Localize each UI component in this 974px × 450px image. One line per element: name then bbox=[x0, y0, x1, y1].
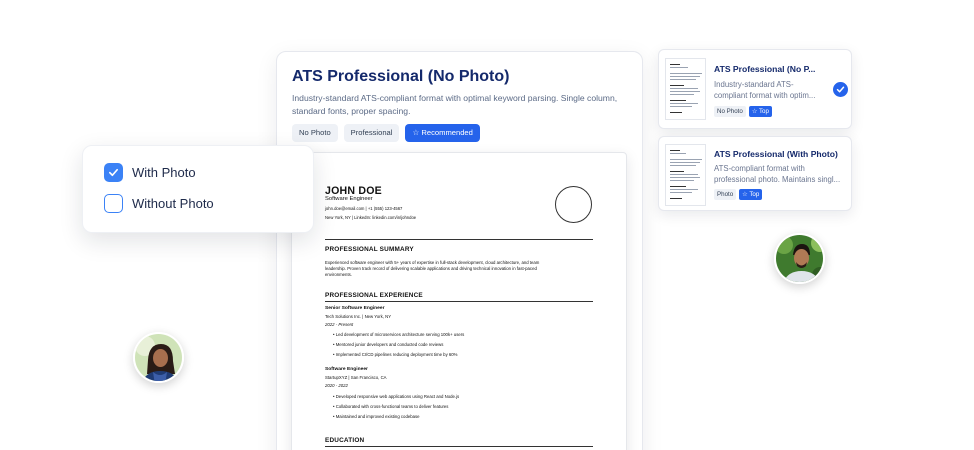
section-divider bbox=[325, 239, 593, 240]
job-bullet: • Collaborated with cross-functional tea… bbox=[333, 404, 449, 409]
selected-check-icon bbox=[833, 82, 848, 97]
avatar-man bbox=[774, 233, 825, 284]
with-photo-option[interactable]: With Photo bbox=[104, 163, 196, 182]
top-badge: ☆ Top bbox=[748, 106, 772, 117]
side-template-desc: Industry-standard ATS- bbox=[714, 80, 794, 89]
resume-photo-placeholder bbox=[555, 186, 592, 223]
job-title: Senior Software Engineer bbox=[325, 306, 385, 311]
side-template-no-photo[interactable]: ATS Professional (No P... Industry-stand… bbox=[658, 49, 852, 129]
top-badge: ☆ Top bbox=[739, 189, 763, 200]
job-company: StartupXYZ | San Francisco, CA bbox=[325, 375, 387, 380]
job-bullet: • Implemented CI/CD pipelines reducing d… bbox=[333, 352, 458, 357]
template-tags: No Photo Professional ☆ Recommended bbox=[292, 124, 480, 142]
tag-no-photo: No Photo bbox=[714, 106, 746, 117]
job-company: Tech Solutions Inc. | New York, NY bbox=[325, 314, 392, 319]
check-icon bbox=[109, 168, 118, 177]
without-photo-checkbox[interactable] bbox=[104, 194, 123, 213]
without-photo-label: Without Photo bbox=[132, 196, 214, 211]
summary-line: environments. bbox=[325, 272, 352, 277]
template-thumbnail bbox=[665, 58, 706, 120]
job-dates: 2020 - 2022 bbox=[325, 383, 348, 388]
job-bullet: • Mentored junior developers and conduct… bbox=[333, 342, 444, 347]
education-heading: EDUCATION bbox=[325, 437, 365, 444]
recommended-badge: ☆ Recommended bbox=[405, 124, 480, 142]
experience-heading: PROFESSIONAL EXPERIENCE bbox=[325, 292, 423, 299]
photo-option-card: With Photo Without Photo bbox=[82, 145, 314, 233]
job-bullet: • Maintained and improved existing codeb… bbox=[333, 414, 420, 419]
avatar-woman bbox=[133, 332, 184, 383]
with-photo-label: With Photo bbox=[132, 165, 196, 180]
tag-professional: Professional bbox=[343, 124, 400, 142]
section-divider bbox=[325, 301, 593, 302]
side-template-tags: No Photo ☆ Top bbox=[714, 106, 772, 117]
template-thumbnail bbox=[665, 144, 706, 206]
template-description: Industry-standard ATS-compliant format w… bbox=[292, 93, 618, 116]
side-template-tags: Photo ☆ Top bbox=[714, 189, 763, 200]
summary-heading: PROFESSIONAL SUMMARY bbox=[325, 246, 414, 253]
side-template-desc: professional photo. Maintains singl... bbox=[714, 175, 841, 184]
side-template-desc: ATS-compliant format with bbox=[714, 164, 805, 173]
resume-location: New York, NY | LinkedIn: linkedin.com/in… bbox=[325, 215, 417, 220]
resume-preview: JOHN DOE Software Engineer john.doe@emai… bbox=[291, 152, 627, 450]
job-title: Software Engineer bbox=[325, 367, 368, 372]
section-divider bbox=[325, 446, 593, 447]
with-photo-checkbox[interactable] bbox=[104, 163, 123, 182]
job-bullet: • Led development of microservices archi… bbox=[333, 332, 465, 337]
side-template-desc: compliant format with optim... bbox=[714, 91, 816, 100]
side-template-title: ATS Professional (With Photo) bbox=[714, 149, 838, 159]
side-template-with-photo[interactable]: ATS Professional (With Photo) ATS-compli… bbox=[658, 136, 852, 211]
without-photo-option[interactable]: Without Photo bbox=[104, 194, 214, 213]
resume-contact: john.doe@email.com | +1 (555) 123-4567 bbox=[325, 206, 403, 211]
tag-no-photo: No Photo bbox=[292, 124, 338, 142]
template-title: ATS Professional (No Photo) bbox=[292, 68, 510, 85]
tag-photo: Photo bbox=[714, 189, 737, 200]
side-template-title: ATS Professional (No P... bbox=[714, 64, 816, 74]
resume-role: Software Engineer bbox=[325, 196, 373, 202]
job-dates: 2022 - Present bbox=[325, 322, 354, 327]
job-bullet: • Developed responsive web applications … bbox=[333, 394, 460, 399]
